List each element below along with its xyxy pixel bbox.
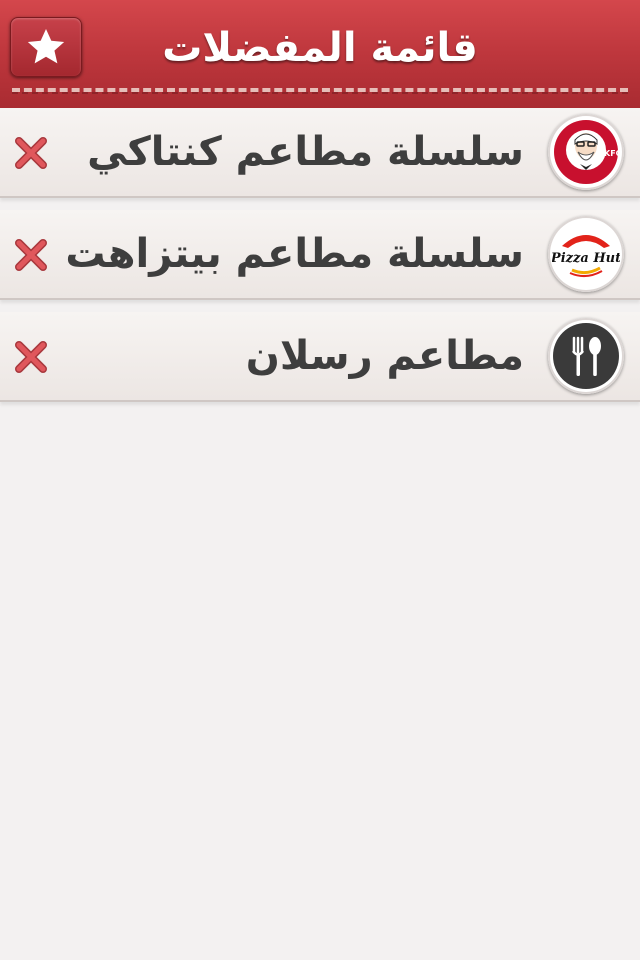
header-bar: قائمة المفضلات: [0, 0, 640, 108]
list-item-label: سلسلة مطاعم بيتزاهت: [65, 231, 524, 277]
list-item-label: مطاعم رسلان: [245, 333, 524, 379]
star-icon: [27, 29, 65, 64]
list-item[interactable]: مطاعم رسلان: [0, 312, 640, 402]
favorites-list: سلسلة مطاعم كنتاكي KFC سلسلة مطاعم بيتزا…: [0, 108, 640, 402]
delete-x-icon[interactable]: [12, 134, 50, 172]
delete-x-icon[interactable]: [12, 236, 50, 274]
list-item-label: سلسلة مطاعم كنتاكي: [87, 129, 524, 175]
fork-spoon-icon: [548, 318, 624, 394]
svg-text:KFC: KFC: [604, 149, 620, 158]
list-item[interactable]: سلسلة مطاعم كنتاكي KFC: [0, 108, 640, 198]
delete-x-icon[interactable]: [12, 338, 50, 376]
list-item[interactable]: سلسلة مطاعم بيتزاهت Pizza Hut: [0, 210, 640, 300]
page-title: قائمة المفضلات: [162, 25, 478, 71]
svg-text:Pizza Hut: Pizza Hut: [552, 251, 620, 266]
pizza-hut-logo-icon: Pizza Hut: [548, 216, 624, 292]
stitch-shadow: [12, 92, 628, 94]
kfc-logo-icon: KFC: [548, 114, 624, 190]
favorites-star-button[interactable]: [10, 17, 82, 77]
